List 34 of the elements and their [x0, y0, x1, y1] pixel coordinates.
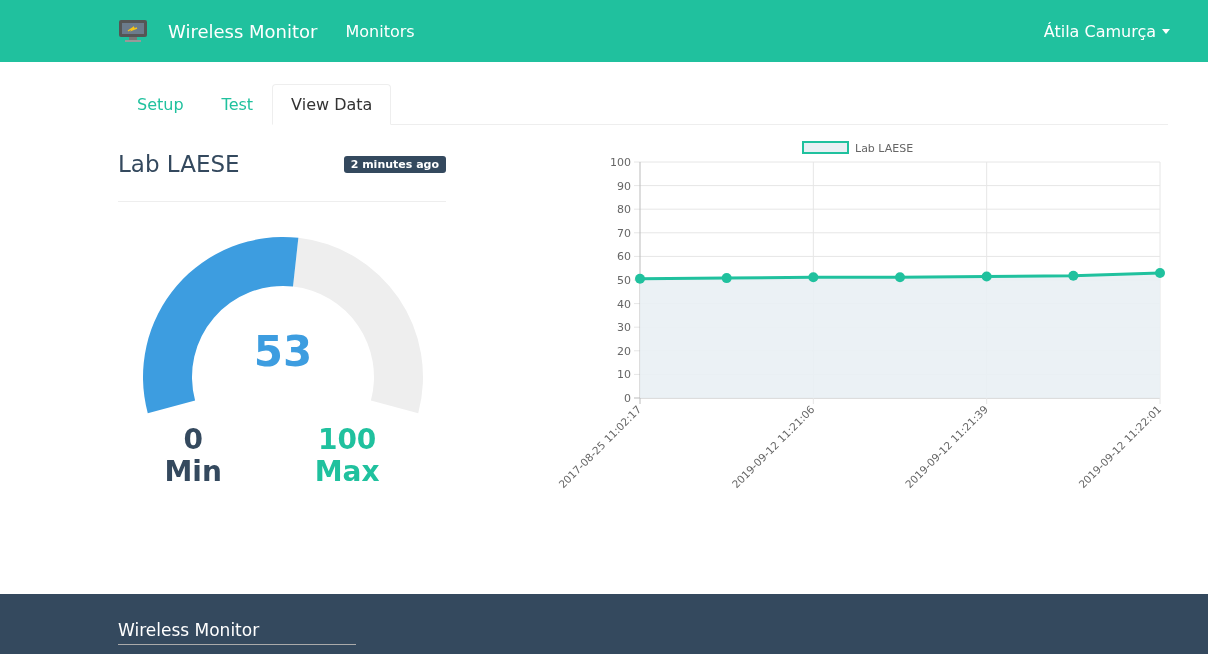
y-tick-label: 40 [617, 297, 631, 311]
y-tick-label: 0 [624, 392, 631, 405]
data-point [1068, 270, 1079, 281]
max-value: 100 [317, 424, 377, 456]
gauge-value: 53 [253, 327, 313, 376]
brand-title[interactable]: Wireless Monitor [168, 20, 318, 42]
data-point [1155, 267, 1165, 278]
nav-link[interactable]: Monitors [345, 21, 415, 41]
y-tick-label: 60 [617, 250, 631, 264]
data-point [721, 273, 732, 284]
y-tick-label: 90 [617, 179, 631, 193]
y-tick-label: 20 [617, 344, 631, 358]
tab[interactable]: View Data [272, 84, 392, 125]
data-point [635, 273, 645, 284]
data-point [895, 272, 905, 283]
legend-label: Lab LAESE [855, 142, 914, 155]
footer-title: Wireless Monitor [118, 620, 356, 645]
max-label: Max [314, 456, 380, 488]
min-value: 0 [183, 424, 203, 456]
monitor-title: Lab LAESE [118, 151, 240, 177]
updated-badge: 2 minutes ago [343, 155, 446, 173]
y-tick-label: 10 [617, 368, 631, 382]
y-tick-label: 30 [617, 321, 631, 335]
y-tick-label: 80 [617, 203, 631, 217]
caret-icon [1162, 28, 1170, 34]
min-label: Min [164, 456, 222, 488]
y-tick-label: 50 [617, 274, 631, 287]
monitor-icon [118, 19, 148, 43]
y-tick-label: 100 [610, 156, 631, 169]
user-menu[interactable]: Átila Camurça [1043, 21, 1170, 41]
legend-swatch [802, 141, 849, 154]
y-tick-label: 70 [617, 226, 631, 240]
data-point [808, 272, 819, 283]
data-point [981, 271, 992, 282]
